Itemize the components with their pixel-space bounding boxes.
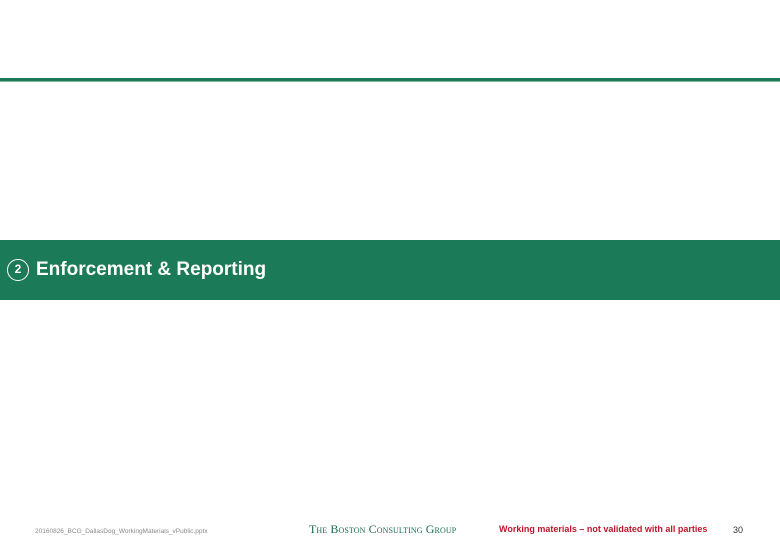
page-number: 30 [733,525,744,535]
section-title: Enforcement & Reporting [36,259,267,280]
footer-disclaimer: Working materials – not validated with a… [499,524,708,534]
footer-filename: 20160826_BCG_DallasDog_WorkingMaterials_… [35,528,208,535]
section-number-badge: 2 [7,259,29,281]
company-logo: The Boston Consulting Group [309,522,457,536]
header-rule-accent [0,81,780,82]
